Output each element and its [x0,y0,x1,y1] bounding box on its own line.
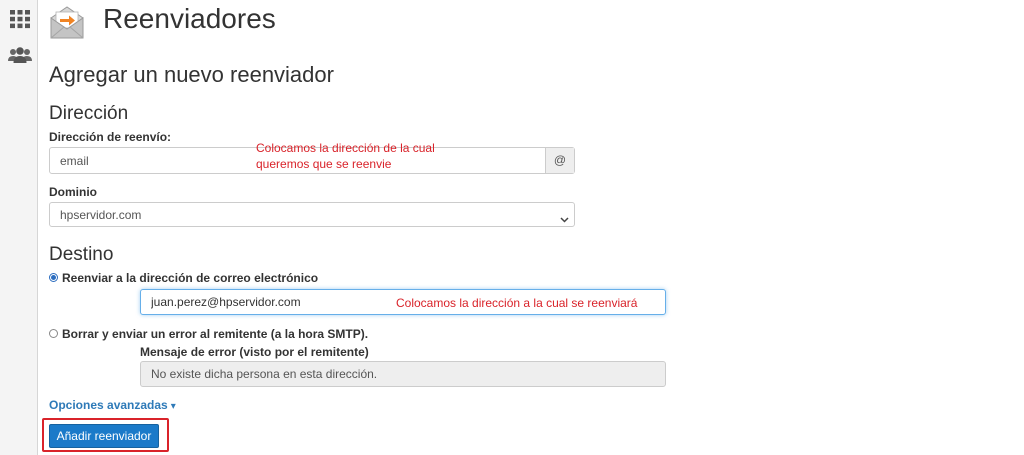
domain-label: Dominio [49,185,97,199]
forward-radio[interactable] [49,273,58,282]
chevron-down-icon [560,211,569,223]
form-heading: Agregar un nuevo reenviador [49,62,334,87]
advanced-options-label: Opciones avanzadas [49,398,168,412]
grid-icon[interactable] [9,9,31,29]
error-message-input[interactable] [141,362,665,386]
domain-select[interactable]: hpservidor.com [49,202,575,227]
destination-section-heading: Destino [49,244,114,265]
option-discard-label: Borrar y enviar un error al remitente (a… [62,327,369,341]
address-section-heading: Dirección [49,103,129,124]
error-message-field [140,361,666,387]
destination-annotation: Colocamos la dirección a la cual se reen… [396,296,638,310]
sidebar [0,0,38,455]
caret-down-icon: ▾ [170,401,176,412]
add-forwarder-button[interactable]: Añadir reenviador [49,424,159,448]
option-forward-label: Reenviar a la dirección de correo electr… [62,271,319,285]
forward-note-line2: queremos que se reenvie [256,157,392,171]
forward-address-label: Dirección de reenvío: [49,130,172,144]
forward-note-line1: Colocamos la dirección de la cual [256,141,435,155]
advanced-options-link[interactable]: Opciones avanzadas ▾ [49,398,176,412]
error-message-label: Mensaje de error (visto por el remitente… [140,345,369,359]
domain-select-value: hpservidor.com [60,208,142,222]
main-content: Reenviadores Agregar un nuevo reenviador… [38,0,1024,455]
page-title: Reenviadores [103,3,276,34]
email-forward-icon [48,4,86,40]
forward-address-annotation: Colocamos la dirección de la cual querem… [256,140,435,172]
users-icon[interactable] [7,46,33,66]
at-symbol-addon: @ [545,148,574,173]
discard-radio[interactable] [49,329,58,338]
